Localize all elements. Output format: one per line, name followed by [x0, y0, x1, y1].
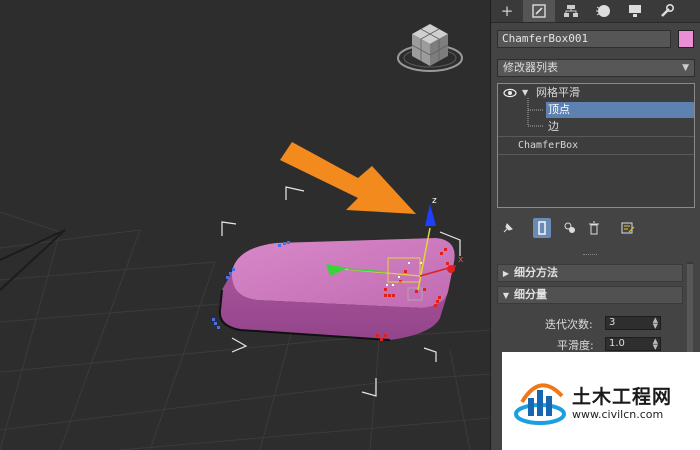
civil-logo-icon: [514, 383, 566, 425]
configure-sets-button[interactable]: [619, 218, 637, 238]
perspective-viewport[interactable]: z x: [0, 0, 490, 450]
hierarchy-tab[interactable]: [555, 0, 587, 22]
stack-item-vertex[interactable]: 顶点: [546, 102, 694, 118]
modifier-list-label: 修改器列表: [503, 61, 558, 74]
viewcube[interactable]: [397, 24, 463, 72]
eye-icon[interactable]: [503, 87, 517, 99]
iterations-value: 3: [609, 317, 616, 328]
site-watermark: 土木工程网 www.civilcn.com: [502, 352, 700, 450]
rollout-label: 细分方法: [514, 266, 558, 279]
modifier-list-dropdown[interactable]: 修改器列表 ▼: [497, 59, 695, 77]
make-unique-icon: [564, 222, 575, 233]
grid-axis-line: [0, 229, 66, 291]
modifier-stack: ▼ 网格平滑 顶点 边 ChamferBox: [497, 83, 695, 208]
smoothness-value: 1.0: [609, 338, 625, 349]
spinner-arrows-icon[interactable]: ▲ ▼: [653, 338, 658, 351]
viewport-scene[interactable]: z x: [0, 0, 490, 450]
trash-icon: [589, 221, 599, 235]
end-result-icon: [538, 221, 546, 235]
modify-icon: [532, 4, 546, 18]
spinner-arrows-icon[interactable]: ▲ ▼: [653, 317, 658, 330]
chamfer-box-object[interactable]: [218, 238, 455, 341]
expanded-triangle-icon: ▼: [502, 291, 510, 300]
smoothness-label: 平滑度:: [557, 339, 594, 352]
tree-lines: [527, 98, 544, 127]
command-panel-tabs: +: [491, 0, 700, 23]
smoothness-spinner[interactable]: 1.0 ▲ ▼: [605, 337, 661, 351]
z-axis-arrow-icon[interactable]: [425, 204, 436, 226]
watermark-title: 土木工程网: [572, 386, 673, 408]
configure-icon: [621, 222, 635, 234]
motion-tab[interactable]: [587, 0, 619, 22]
stack-separator: [498, 154, 694, 155]
utilities-tab[interactable]: [651, 0, 683, 22]
pin-stack-button[interactable]: [499, 218, 517, 238]
object-name-field[interactable]: ChamferBox001: [497, 30, 671, 48]
motion-icon: [596, 5, 610, 17]
stack-base-object-label: ChamferBox: [518, 140, 579, 151]
orange-arrow-annotation: [280, 142, 416, 214]
gizmo-x-label: x: [458, 255, 464, 265]
rollout-label: 细分量: [514, 288, 547, 301]
show-end-result-button[interactable]: [533, 218, 551, 238]
display-icon: [629, 5, 641, 17]
stack-edge-label: 边: [548, 120, 559, 133]
rollout-subdivision-method[interactable]: ▶ 细分方法: [497, 264, 683, 282]
rollout-subdivision-amount[interactable]: ▼ 细分量: [497, 286, 683, 304]
stack-separator: [498, 136, 694, 137]
gizmo-z-label: z: [432, 196, 437, 206]
dropdown-arrow-icon: ▼: [682, 63, 689, 73]
stack-toolbar: [497, 216, 695, 240]
iterations-spinner[interactable]: 3 ▲ ▼: [605, 316, 661, 330]
stack-vertex-label: 顶点: [548, 103, 570, 116]
watermark-url: www.civilcn.com: [572, 408, 664, 421]
iterations-label: 迭代次数:: [545, 318, 593, 331]
object-color-swatch[interactable]: [678, 30, 694, 48]
panel-divider: [583, 254, 597, 257]
pin-icon: [503, 223, 513, 233]
remove-modifier-button[interactable]: [585, 218, 603, 238]
hierarchy-icon: [564, 5, 578, 17]
create-tab[interactable]: +: [491, 0, 523, 22]
utilities-icon: [661, 3, 675, 17]
stack-item-chamferbox[interactable]: ChamferBox: [498, 138, 694, 154]
make-unique-button[interactable]: [561, 218, 579, 238]
plus-icon: +: [500, 2, 514, 20]
collapsed-triangle-icon: ▶: [502, 269, 510, 278]
modify-tab[interactable]: [523, 0, 555, 22]
display-tab[interactable]: [619, 0, 651, 22]
